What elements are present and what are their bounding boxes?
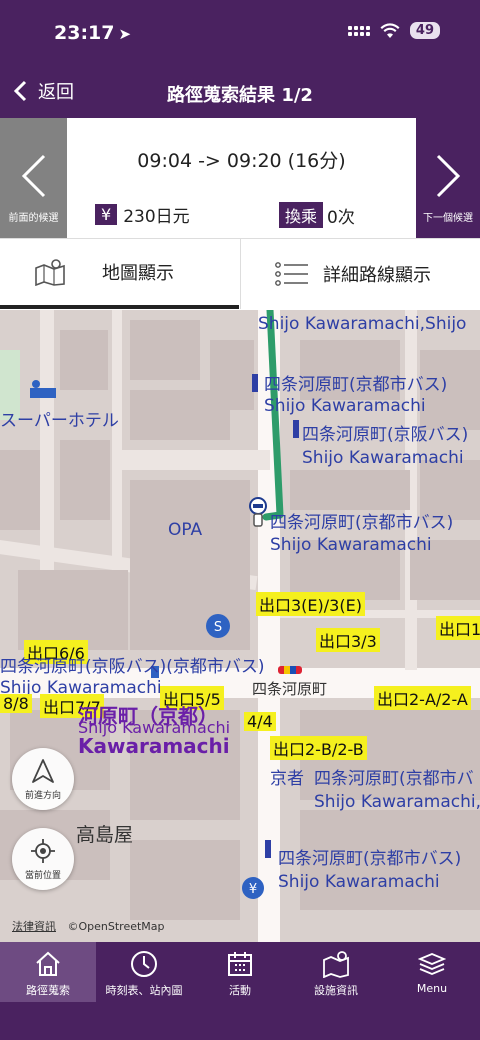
location-arrow-icon: ➤ xyxy=(118,25,132,43)
screen: 23:17 ➤ 49 返回 路徑蒐索結果 1/2 前面的候選 09:04 -> … xyxy=(0,0,480,1040)
route-summary-info: 09:04 -> 09:20 (16分) ¥ 230日元 換乘 0次 xyxy=(67,118,416,238)
subway-station-marker-icon: S xyxy=(206,614,230,638)
nav-item-menu[interactable]: Menu xyxy=(384,942,480,1002)
next-candidate-label: 下一個候選 xyxy=(423,213,473,224)
transfer-chip: 換乘 xyxy=(279,202,324,228)
direction-button[interactable]: 前進方向 xyxy=(12,748,74,810)
legal-info-link[interactable]: 法律資訊 xyxy=(12,920,56,933)
exit-label: 出口3(E)/3(E) xyxy=(256,592,365,616)
nav-item-events[interactable]: 活動 xyxy=(192,942,288,1002)
page-title: 路徑蒐索結果 1/2 xyxy=(167,85,313,106)
status-time: 23:17 ➤ xyxy=(54,22,131,44)
tab-map-label: 地圖顯示 xyxy=(102,263,174,284)
station-name-label: 四条河原町 xyxy=(252,680,328,698)
map-label: 四条河原町(京都市バス) xyxy=(270,513,454,533)
nav-label: 設施資訊 xyxy=(314,984,358,997)
fare-value: 230日元 xyxy=(123,207,190,227)
map-label: Shijo Kawaramachi, xyxy=(314,792,480,812)
nav-item-timetable[interactable]: 時刻表、站內圖 xyxy=(96,942,192,1002)
home-icon xyxy=(36,951,60,976)
calendar-icon xyxy=(228,952,252,976)
fare: ¥ 230日元 xyxy=(95,202,190,227)
time-range: 09:04 -> 09:20 (16分) xyxy=(137,150,346,172)
tab-detail[interactable]: 詳細路線顯示 xyxy=(240,239,480,309)
exit-label: 出口1 xyxy=(436,616,480,640)
status-icons: 49 xyxy=(347,22,440,39)
map-label: 四条河原町(京阪バス)(京都市バス) xyxy=(0,657,265,677)
next-candidate-button[interactable]: 下一個候選 xyxy=(416,118,480,238)
nav-label: 活動 xyxy=(229,984,251,997)
exit-label: 4/4 xyxy=(244,712,276,731)
map-label: 高島屋 xyxy=(76,824,134,846)
map-view[interactable]: S ¥ Shijo Kawaramachi,Shijo 四条河原町(京都市バス)… xyxy=(0,310,480,942)
navigation-arrow-icon xyxy=(32,758,54,783)
tab-detail-label: 詳細路線顯示 xyxy=(323,265,431,286)
yen-chip: ¥ xyxy=(95,204,118,225)
wifi-icon xyxy=(380,22,400,38)
chevron-right-icon xyxy=(436,154,461,198)
bottom-nav: 路徑蒐索 時刻表、站內圖 活動 設施資訊 Menu xyxy=(0,942,480,1040)
exit-label: 出口2-A/2-A xyxy=(374,686,471,710)
prev-candidate-label: 前面的候選 xyxy=(8,213,59,224)
view-tabs: 地圖顯示 詳細路線顯示 xyxy=(0,238,480,310)
route-summary: 前面的候選 09:04 -> 09:20 (16分) ¥ 230日元 換乘 0次… xyxy=(0,118,480,238)
status-time-text: 23:17 xyxy=(54,22,115,44)
map-label: Shijo Kawaramachi xyxy=(270,535,432,555)
current-location-label: 當前位置 xyxy=(24,870,61,881)
nav-item-route-search[interactable]: 路徑蒐索 xyxy=(0,942,96,1002)
transfer-count: 0次 xyxy=(327,207,355,228)
direction-button-label: 前進方向 xyxy=(24,790,61,801)
station-label-en: Kawaramachi xyxy=(78,734,230,758)
layers-icon xyxy=(418,953,446,975)
map-label: 四条河原町(京阪バス) xyxy=(302,425,469,445)
exit-label: 出口2-B/2-B xyxy=(270,736,367,760)
cellular-signal-icon xyxy=(347,25,370,36)
svg-text:¥: ¥ xyxy=(249,882,257,897)
exit-label: 8/8 xyxy=(0,694,32,713)
exit-label: 出口3/3 xyxy=(316,628,380,652)
nav-label: 時刻表、站內圖 xyxy=(105,984,183,997)
clock-icon xyxy=(131,951,157,977)
tab-map[interactable]: 地圖顯示 xyxy=(0,239,239,309)
prev-candidate-button[interactable]: 前面的候選 xyxy=(0,118,67,238)
transfer: 換乘 0次 xyxy=(279,202,355,228)
map-label: Shijo Kawaramachi xyxy=(302,448,464,468)
map-label: 四条河原町(京都市バ xyxy=(314,769,474,789)
chevron-left-icon xyxy=(21,154,45,198)
map-label: 四条河原町(京都市バス) xyxy=(278,849,462,869)
map-icon xyxy=(323,951,349,978)
crosshair-icon xyxy=(31,838,55,863)
map-label: Shijo Kawaramachi xyxy=(278,872,440,892)
map-label: Shijo Kawaramachi xyxy=(264,396,426,416)
map-label: Shijo Kawaramachi,Shijo xyxy=(258,314,467,334)
svg-text:S: S xyxy=(214,620,222,635)
folded-map-icon xyxy=(35,259,65,286)
top-bar: 23:17 ➤ 49 返回 路徑蒐索結果 1/2 xyxy=(0,0,480,118)
map-label: スーパーホテル xyxy=(0,411,119,431)
map-label: OPA xyxy=(168,520,203,540)
nav-label: Menu xyxy=(416,982,448,995)
battery-indicator: 49 xyxy=(409,22,440,39)
nav-item-facilities[interactable]: 設施資訊 xyxy=(288,942,384,1002)
nav-label: 路徑蒐索 xyxy=(26,984,70,997)
list-icon xyxy=(275,262,308,286)
map-label: 京者 xyxy=(270,769,304,789)
current-location-button[interactable]: 當前位置 xyxy=(12,828,74,890)
copyright-text: ©OpenStreetMap xyxy=(67,920,165,933)
map-label: 四条河原町(京都市バス) xyxy=(264,375,448,395)
bank-icon: ¥ xyxy=(242,877,264,899)
map-attribution: 法律資訊 ©OpenStreetMap xyxy=(12,918,165,934)
